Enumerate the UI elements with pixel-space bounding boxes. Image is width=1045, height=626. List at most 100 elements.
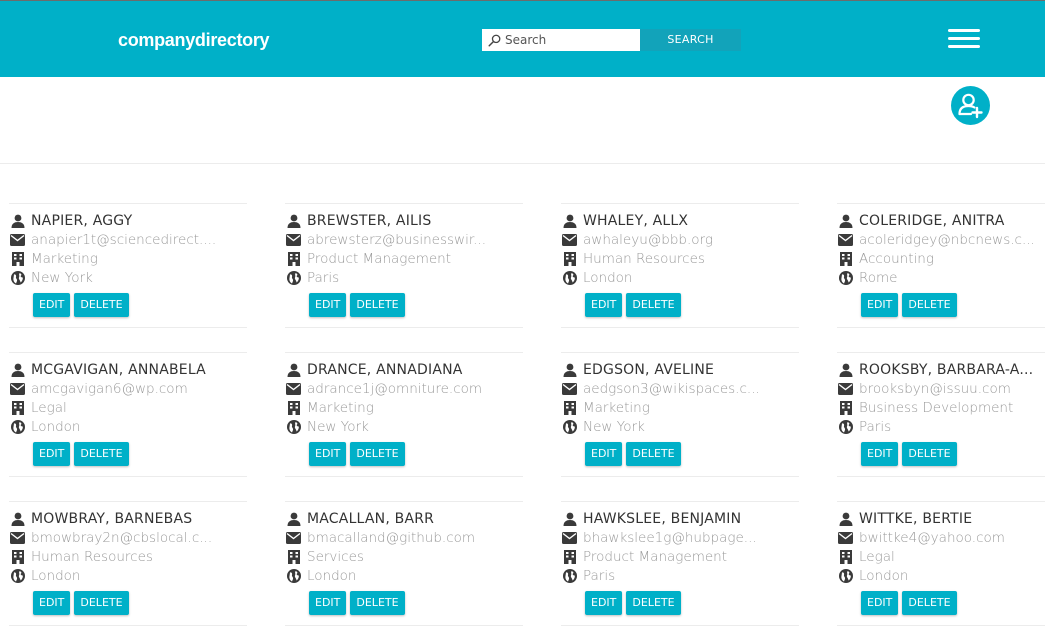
- delete-button[interactable]: DELETE: [350, 293, 405, 317]
- globe-icon: [838, 569, 853, 583]
- employee-card: NAPIER, AGGY anapier1t@sciencedirect....…: [9, 203, 247, 328]
- globe-icon: [838, 420, 853, 434]
- building-icon: [562, 550, 577, 564]
- building-icon: [10, 550, 25, 564]
- envelope-icon: [838, 233, 853, 247]
- employee-actions: EDIT DELETE: [309, 293, 405, 317]
- delete-button[interactable]: DELETE: [626, 442, 681, 466]
- edit-button[interactable]: EDIT: [309, 591, 347, 615]
- delete-button[interactable]: DELETE: [902, 591, 957, 615]
- employee-name-row: WHALEY, ALLX: [562, 212, 688, 230]
- building-icon: [286, 252, 301, 266]
- search-input[interactable]: [505, 33, 635, 47]
- edit-button[interactable]: EDIT: [861, 591, 899, 615]
- search-field[interactable]: [482, 29, 640, 51]
- employee-email-row: bwittke4@yahoo.com: [838, 529, 1005, 547]
- employee-location-row: New York: [10, 269, 93, 287]
- edit-button[interactable]: EDIT: [33, 442, 71, 466]
- delete-button[interactable]: DELETE: [74, 293, 129, 317]
- employee-actions: EDIT DELETE: [585, 442, 681, 466]
- employee-department-row: Marketing: [10, 250, 98, 268]
- employee-card: EDGSON, AVELINE aedgson3@wikispaces.c...…: [561, 352, 799, 477]
- employee-department: Human Resources: [583, 251, 705, 267]
- envelope-icon: [286, 233, 301, 247]
- delete-button[interactable]: DELETE: [902, 442, 957, 466]
- employee-actions: EDIT DELETE: [861, 442, 957, 466]
- search-button[interactable]: SEARCH: [640, 29, 741, 51]
- delete-button[interactable]: DELETE: [74, 442, 129, 466]
- employee-email-row: acoleridgey@nbcnews.c...: [838, 231, 1035, 249]
- envelope-icon: [10, 531, 25, 545]
- delete-button[interactable]: DELETE: [350, 591, 405, 615]
- add-user-button[interactable]: [951, 86, 990, 125]
- building-icon: [838, 401, 853, 415]
- edit-button[interactable]: EDIT: [585, 442, 623, 466]
- hamburger-icon[interactable]: [948, 29, 980, 49]
- envelope-icon: [562, 531, 577, 545]
- employee-location-row: New York: [286, 418, 369, 436]
- edit-button[interactable]: EDIT: [861, 442, 899, 466]
- edit-button[interactable]: EDIT: [861, 293, 899, 317]
- employee-department-row: Marketing: [286, 399, 374, 417]
- employee-department: Marketing: [307, 400, 374, 416]
- card-divider: [285, 327, 523, 328]
- building-icon: [10, 401, 25, 415]
- employee-location-row: London: [10, 567, 81, 585]
- edit-button[interactable]: EDIT: [309, 293, 347, 317]
- employee-email-row: bhawkslee1g@hubpage...: [562, 529, 757, 547]
- person-icon: [562, 363, 577, 377]
- employee-location: London: [31, 419, 81, 435]
- employee-location: London: [859, 568, 909, 584]
- employee-email: aedgson3@wikispaces.c...: [583, 381, 760, 397]
- employee-name-row: BREWSTER, AILIS: [286, 212, 431, 230]
- employee-department-row: Human Resources: [562, 250, 705, 268]
- employee-name-row: MOWBRAY, BARNEBAS: [10, 510, 192, 528]
- card-divider: [561, 327, 799, 328]
- card-divider: [9, 327, 247, 328]
- employee-actions: EDIT DELETE: [585, 293, 681, 317]
- employee-location: London: [583, 270, 633, 286]
- employee-card: WITTKE, BERTIE bwittke4@yahoo.com Legal …: [837, 501, 1045, 626]
- building-icon: [838, 550, 853, 564]
- employee-email-row: abrewsterz@businesswir...: [286, 231, 486, 249]
- employee-name-row: WITTKE, BERTIE: [838, 510, 972, 528]
- building-icon: [562, 401, 577, 415]
- employee-card: DRANCE, ANNADIANA adrance1j@omniture.com…: [285, 352, 523, 477]
- employee-location-row: New York: [562, 418, 645, 436]
- edit-button[interactable]: EDIT: [585, 293, 623, 317]
- card-divider: [9, 476, 247, 477]
- person-icon: [10, 214, 25, 228]
- employee-location: New York: [31, 270, 93, 286]
- brand-logo[interactable]: companydirectory: [118, 30, 270, 51]
- employee-department: Legal: [31, 400, 67, 416]
- person-icon: [838, 363, 853, 377]
- employee-card: MACALLAN, BARR bmacalland@github.com Ser…: [285, 501, 523, 626]
- edit-button[interactable]: EDIT: [585, 591, 623, 615]
- delete-button[interactable]: DELETE: [902, 293, 957, 317]
- employee-location: Rome: [859, 270, 898, 286]
- employee-location: Paris: [859, 419, 892, 435]
- employee-actions: EDIT DELETE: [861, 591, 957, 615]
- edit-button[interactable]: EDIT: [33, 293, 71, 317]
- edit-button[interactable]: EDIT: [309, 442, 347, 466]
- delete-button[interactable]: DELETE: [626, 293, 681, 317]
- employee-name: ROOKSBY, BARBARA-A...: [859, 362, 1034, 378]
- envelope-icon: [286, 382, 301, 396]
- envelope-icon: [562, 233, 577, 247]
- person-icon: [562, 512, 577, 526]
- delete-button[interactable]: DELETE: [350, 442, 405, 466]
- employee-name-row: EDGSON, AVELINE: [562, 361, 714, 379]
- edit-button[interactable]: EDIT: [33, 591, 71, 615]
- envelope-icon: [562, 382, 577, 396]
- employee-location-row: London: [838, 567, 909, 585]
- employee-department-row: Services: [286, 548, 364, 566]
- globe-icon: [562, 569, 577, 583]
- delete-button[interactable]: DELETE: [74, 591, 129, 615]
- employee-card: BREWSTER, AILIS abrewsterz@businesswir..…: [285, 203, 523, 328]
- employee-name-row: HAWKSLEE, BENJAMIN: [562, 510, 741, 528]
- globe-icon: [286, 569, 301, 583]
- delete-button[interactable]: DELETE: [626, 591, 681, 615]
- employee-department-row: Legal: [10, 399, 67, 417]
- employee-name-row: DRANCE, ANNADIANA: [286, 361, 463, 379]
- person-icon: [286, 512, 301, 526]
